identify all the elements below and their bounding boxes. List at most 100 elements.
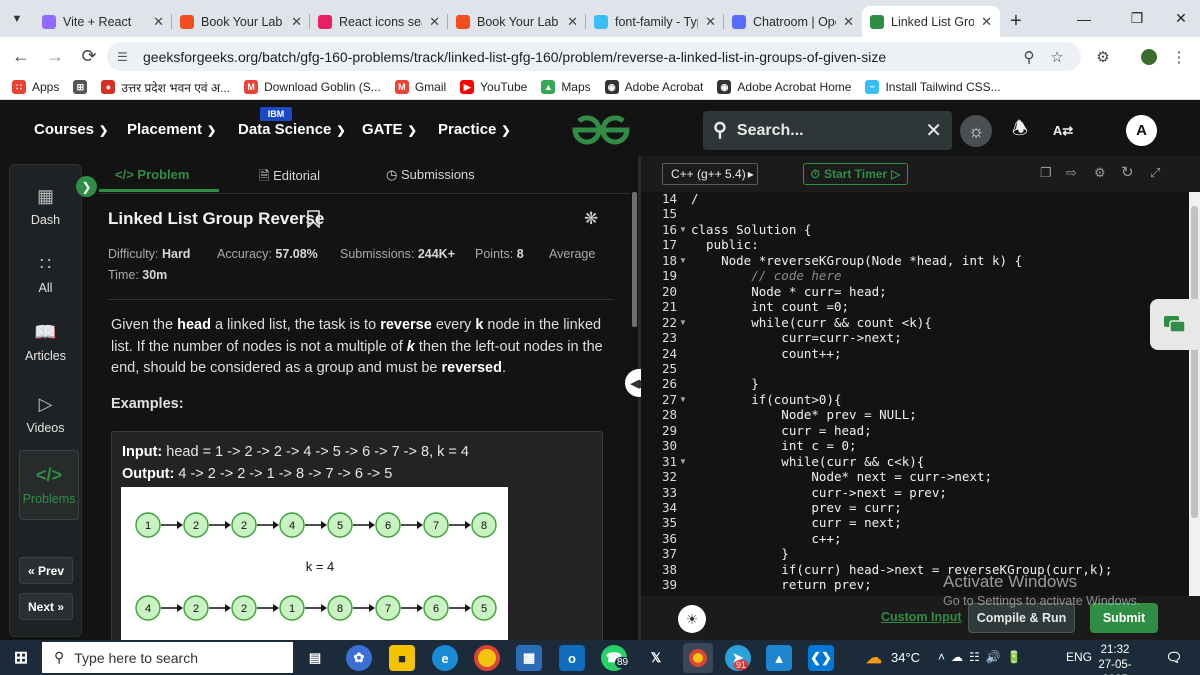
close-tab-icon[interactable]: ✕ <box>981 14 992 30</box>
custom-input-link[interactable]: Custom Input <box>881 610 962 624</box>
system-tray-icons[interactable]: ˄☁☷🔊🔋 <box>938 650 1028 664</box>
code-line[interactable]: } <box>691 376 759 391</box>
code-line[interactable]: curr = head; <box>691 423 871 438</box>
upload-icon[interactable]: ⇨ <box>1066 165 1077 181</box>
problem-scrollbar[interactable] <box>632 192 637 327</box>
code-line[interactable]: Node * curr= head; <box>691 284 886 299</box>
bookmark-youtube[interactable]: ▶ YouTube <box>460 80 527 94</box>
chrome-icon[interactable] <box>474 645 500 671</box>
code-line[interactable]: while(curr && c<k){ <box>691 454 924 469</box>
tab-vite[interactable]: Vite + React ✕ <box>34 6 172 37</box>
code-line[interactable]: curr->next = prev; <box>691 485 946 500</box>
code-line[interactable]: public: <box>691 237 759 252</box>
code-line[interactable]: return prev; <box>691 577 871 592</box>
close-tab-icon[interactable]: ✕ <box>843 14 854 30</box>
chrome-active-icon[interactable] <box>683 643 713 673</box>
site-info-icon[interactable]: ☰ <box>117 50 135 64</box>
settings-gear-icon[interactable]: ⚙ <box>1094 165 1106 181</box>
code-line[interactable]: while(curr && count <k){ <box>691 315 932 330</box>
notification-bell-icon[interactable]: 🕭 <box>1004 115 1036 147</box>
sidebar-item-articles[interactable]: 📖 Articles <box>9 322 82 363</box>
close-tab-icon[interactable]: ✕ <box>291 14 302 30</box>
language-indicator[interactable]: ENG <box>1066 650 1092 664</box>
code-line[interactable]: int count =0; <box>691 299 849 314</box>
fold-arrow-icon[interactable]: ▼ <box>679 318 687 327</box>
bookmark-star-icon[interactable]: ☆ <box>1044 42 1070 71</box>
taskbar-search[interactable]: ⚲ Type here to search <box>42 642 293 673</box>
extensions-icon[interactable]: ⚙ <box>1090 42 1116 71</box>
file-explorer-icon[interactable]: ■ <box>389 645 415 671</box>
store-icon[interactable]: ▦ <box>516 645 542 671</box>
translate-icon[interactable]: A⇄ <box>1047 115 1079 147</box>
vscode-icon[interactable]: ❮❯ <box>808 645 834 671</box>
tab-figma[interactable]: Book Your Lab N ✕ <box>172 6 310 37</box>
photos-icon[interactable]: ▲ <box>766 645 792 671</box>
editor-scrollbar-thumb[interactable] <box>1191 206 1198 518</box>
bookmark-adobe[interactable]: ◉ Adobe Acrobat Home <box>717 80 851 94</box>
report-bug-icon[interactable]: ❋ <box>584 209 598 229</box>
x-icon[interactable]: 𝕏 <box>643 645 669 671</box>
code-line[interactable]: prev = curr; <box>691 500 901 515</box>
close-window-button[interactable]: ✕ <box>1158 0 1200 37</box>
nav-placement[interactable]: Placement ❯ <box>127 121 216 138</box>
task-view-icon[interactable]: ▤ <box>302 645 328 671</box>
code-line[interactable]: c++; <box>691 531 841 546</box>
copy-icon[interactable]: ❐ <box>1040 165 1052 181</box>
forward-button[interactable]: → <box>38 37 72 75</box>
sidebar-item-videos[interactable]: ▷ Videos <box>9 394 82 435</box>
code-line[interactable]: curr=curr->next; <box>691 330 901 345</box>
fullscreen-icon[interactable]: ⤢ <box>1150 165 1160 181</box>
chat-icon[interactable] <box>1150 299 1200 350</box>
fold-arrow-icon[interactable]: ▼ <box>679 457 687 466</box>
hint-bulb-icon[interactable]: ☀ <box>678 605 706 633</box>
code-line[interactable]: int c = 0; <box>691 438 856 453</box>
tab-editorial[interactable]: 🗎 Editorial <box>259 167 320 189</box>
tab-reacts-icon[interactable]: React icons sear ✕ <box>310 6 448 37</box>
code-line[interactable]: Node* next = curr->next; <box>691 469 992 484</box>
bookmark-grid[interactable]: ⊞ <box>73 80 88 94</box>
fold-arrow-icon[interactable]: ▼ <box>679 395 687 404</box>
reload-button[interactable]: ⟳ <box>72 37 106 75</box>
profile-icon[interactable] <box>1136 42 1162 71</box>
back-button[interactable]: ← <box>4 37 38 75</box>
bookmark-install[interactable]: ~ Install Tailwind CSS... <box>865 80 1001 94</box>
address-bar[interactable]: ☰ geeksforgeeks.org/batch/gfg-160-proble… <box>107 42 1081 71</box>
sidebar-item-problems[interactable]: </> Problems <box>19 450 79 520</box>
browser-menu-icon[interactable]: ⋮ <box>1166 42 1192 71</box>
sidebar-item-dash[interactable]: ▦ Dash <box>9 186 82 227</box>
copilot-icon[interactable]: ✿ <box>346 645 372 671</box>
close-tab-icon[interactable]: ✕ <box>153 14 164 30</box>
taskbar-clock[interactable]: 21:32 27-05-2025 <box>1094 643 1136 675</box>
outlook-icon[interactable]: o <box>559 645 585 671</box>
code-line[interactable]: count++; <box>691 346 841 361</box>
tab-tailwind[interactable]: font-family - Typ ✕ <box>586 6 724 37</box>
restore-button[interactable]: ❐ <box>1114 0 1160 37</box>
clear-search-icon[interactable]: ✕ <box>925 118 942 143</box>
bookmark-download[interactable]: M Download Goblin (S... <box>244 80 381 94</box>
bookmark-gmail[interactable]: M Gmail <box>394 80 446 94</box>
weather-icon[interactable]: ☁ <box>861 645 887 671</box>
gfg-logo[interactable] <box>571 114 631 146</box>
zoom-icon[interactable]: ⚲ <box>1016 42 1042 71</box>
tab-chatroom[interactable]: Chatroom | Ope ✕ <box>724 6 862 37</box>
tab-search-button[interactable]: ▼ <box>0 0 34 37</box>
next-button[interactable]: Next » <box>19 593 73 620</box>
code-line[interactable]: // code here <box>691 268 841 283</box>
bookmark-maps[interactable]: ▲ Maps <box>541 80 591 94</box>
close-tab-icon[interactable]: ✕ <box>705 14 716 30</box>
nav-data-science[interactable]: Data Science ❯ <box>238 121 346 138</box>
fold-arrow-icon[interactable]: ▼ <box>679 225 687 234</box>
nav-practice[interactable]: Practice ❯ <box>438 121 511 138</box>
nav-courses[interactable]: Courses ❯ <box>34 121 108 138</box>
bookmark-item[interactable]: ● उत्तर प्रदेश भवन एवं अ... <box>101 79 230 96</box>
prev-button[interactable]: « Prev <box>19 557 73 584</box>
new-tab-button[interactable]: + <box>1000 6 1032 37</box>
language-select[interactable]: C++ (g++ 5.4) ▸ <box>662 163 758 185</box>
minimize-button[interactable]: — <box>1061 0 1107 37</box>
windows-start-icon[interactable]: ⊞ <box>8 645 34 671</box>
avatar[interactable]: A <box>1126 115 1157 146</box>
edge-icon[interactable]: e <box>432 645 458 671</box>
theme-toggle-icon[interactable]: ☼ <box>960 115 992 147</box>
code-line[interactable]: class Solution { <box>691 222 811 237</box>
close-tab-icon[interactable]: ✕ <box>567 14 578 30</box>
